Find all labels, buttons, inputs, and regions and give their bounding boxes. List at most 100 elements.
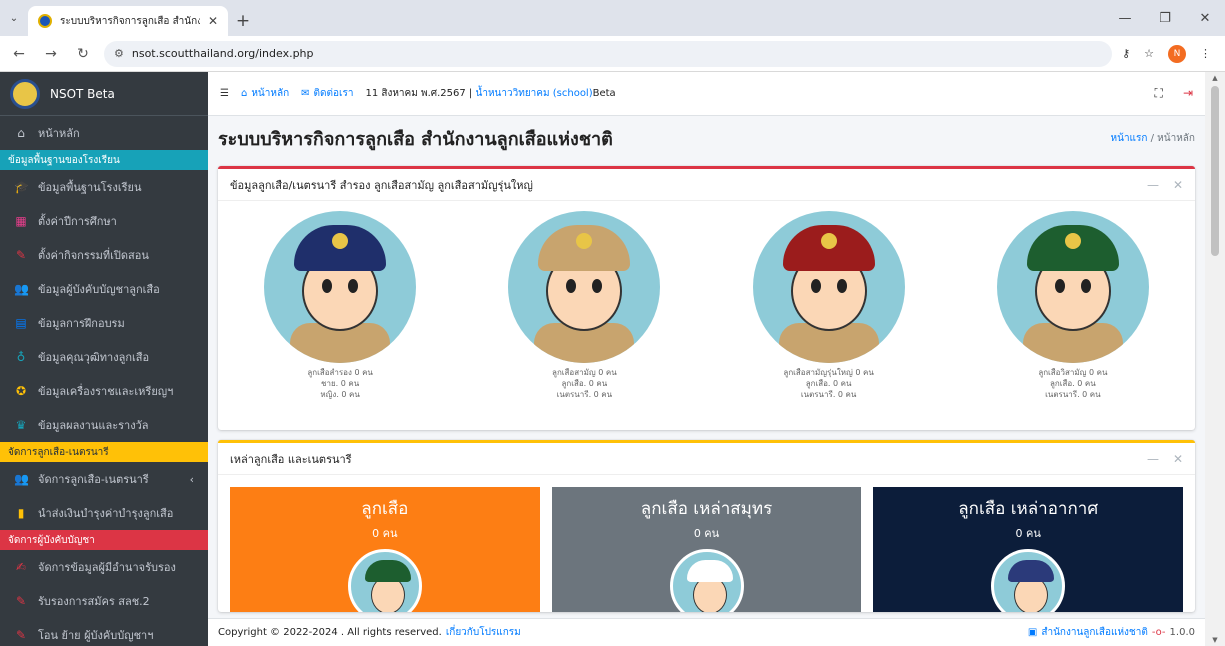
- org-link[interactable]: สำนักงานลูกเสือแห่งชาติ: [1041, 625, 1147, 640]
- sidebar-item[interactable]: 👥 ข้อมูลผู้บังคับบัญชาลูกเสือ: [0, 272, 208, 306]
- sidebar-item[interactable]: ✎ ตั้งค่ากิจกรรมที่เปิดสอน: [0, 238, 208, 272]
- sidebar-item-label: ข้อมูลพื้นฐานโรงเรียน: [38, 181, 142, 194]
- sidebar-item-home[interactable]: ⌂ หน้าหลัก: [0, 116, 208, 150]
- branch-title: ลูกเสือ: [361, 499, 409, 519]
- home-icon: ⌂: [17, 126, 25, 140]
- page-title: ระบบบริหารกิจการลูกเสือ สำนักงานลูกเสือแ…: [218, 128, 613, 150]
- restore-icon[interactable]: ❐: [1145, 0, 1185, 36]
- scout-stats-card: ข้อมูลลูกเสือ/เนตรนารี สำรอง ลูกเสือสามั…: [218, 166, 1195, 430]
- sidebar-item[interactable]: ✪ ข้อมูลเครื่องราชและเหรียญฯ: [0, 374, 208, 408]
- reload-icon[interactable]: ↻: [72, 43, 94, 65]
- users-icon: 👥: [14, 472, 29, 486]
- scout-count-line1: ลูกเสือสามัญ 0 คน: [552, 368, 617, 377]
- scroll-down-icon[interactable]: ▼: [1205, 636, 1225, 644]
- scroll-thumb[interactable]: [1211, 86, 1219, 256]
- forward-icon[interactable]: →: [40, 43, 62, 65]
- branch-avatar: [991, 549, 1066, 612]
- url-input[interactable]: ⚙ nsot.scoutthailand.org/index.php: [104, 40, 1113, 67]
- scout-count-line3: เนตรนารี. 0 คน: [800, 390, 857, 399]
- page-scrollbar[interactable]: ▲ ▼: [1205, 72, 1225, 646]
- sidebar-item[interactable]: ♛ ข้อมูลผลงานและรางวัล: [0, 408, 208, 442]
- scout-count-line3: หญิง. 0 คน: [320, 390, 360, 399]
- sidebar-item-label: ข้อมูลเครื่องราชและเหรียญฯ: [38, 385, 174, 398]
- org-id-icon: ▣: [1027, 627, 1038, 638]
- branch-tile[interactable]: ลูกเสือ เหล่าอากาศ 0 คน: [873, 487, 1184, 612]
- site-settings-icon[interactable]: ⚙: [114, 47, 124, 60]
- new-tab-button[interactable]: +: [228, 6, 258, 36]
- sidebar-item-label: ข้อมูลการฝึกอบรม: [38, 317, 125, 330]
- sidebar-item[interactable]: 👥 จัดการลูกเสือ-เนตรนารี ‹: [0, 462, 208, 496]
- bookmark-star-icon[interactable]: ☆: [1144, 47, 1154, 60]
- beta-label: Beta: [592, 88, 616, 99]
- sidebar-header-scouts: จัดการลูกเสือ-เนตรนารี: [0, 442, 208, 462]
- menu-kebab-icon[interactable]: ⋮: [1200, 47, 1211, 60]
- profile-avatar[interactable]: N: [1168, 44, 1186, 63]
- card-header: เหล่าลูกเสือ และเนตรนารี — ✕: [218, 443, 1195, 475]
- close-window-icon[interactable]: ✕: [1185, 0, 1225, 36]
- content-header: ระบบบริหารกิจการลูกเสือ สำนักงานลูกเสือแ…: [208, 116, 1205, 160]
- url-text: nsot.scoutthailand.org/index.php: [131, 47, 314, 60]
- scout-type-panel: ลูกเสือสามัญ 0 คน ลูกเสือ. 0 คน เนตรนารี. …: [484, 211, 684, 400]
- sidebar-item[interactable]: ✍ จัดการข้อมูลผู้มีอำนาจรับรอง: [0, 550, 208, 584]
- branch-avatar: [347, 549, 422, 612]
- collapse-icon[interactable]: —: [1147, 452, 1159, 466]
- scroll-up-icon[interactable]: ▲: [1205, 74, 1225, 82]
- scout-count-line2: ลูกเสือ. 0 คน: [805, 379, 852, 388]
- sidebar-item[interactable]: ♁ ข้อมูลคุณวุฒิทางลูกเสือ: [0, 340, 208, 374]
- address-bar: ← → ↻ ⚙ nsot.scoutthailand.org/index.php…: [0, 36, 1225, 72]
- scout-count-line2: ลูกเสือ. 0 คน: [561, 379, 608, 388]
- scout-count-line1: ลูกเสือวิสามัญ 0 คน: [1038, 368, 1108, 377]
- brand-link[interactable]: NSOT Beta: [0, 72, 208, 116]
- tab-search-icon[interactable]: ⌄: [0, 0, 28, 36]
- copyright-text: Copyright © 2022-2024 . All rights reser…: [218, 627, 442, 638]
- card-title: ข้อมูลลูกเสือ/เนตรนารี สำรอง ลูกเสือสามั…: [230, 178, 533, 192]
- scout-count-line2: ลูกเสือ. 0 คน: [1050, 379, 1096, 388]
- branch-tile[interactable]: ลูกเสือ เหล่าสมุทร 0 คน: [551, 487, 862, 612]
- sidebar-item-label: หน้าหลัก: [38, 127, 80, 140]
- password-key-icon[interactable]: ⚷: [1122, 47, 1130, 60]
- breadcrumb-current: หน้าหลัก: [1157, 132, 1195, 144]
- back-icon[interactable]: ←: [8, 43, 30, 65]
- sidebar-item[interactable]: ✎ โอน ย้าย ผู้บังคับบัญชาฯ: [0, 618, 208, 646]
- calendar-icon: ▦: [15, 214, 27, 228]
- nav-contact-link[interactable]: ✉ ติดต่อเรา: [301, 86, 353, 101]
- breadcrumb: หน้าแรก / หน้าหลัก: [1111, 131, 1195, 146]
- top-navbar: ☰ ⌂ หน้าหลัก ✉ ติดต่อเรา 11 สิงหาคม พ.ศ.…: [208, 72, 1205, 116]
- branch-tile[interactable]: ลูกเสือ 0 คน: [230, 487, 540, 612]
- logout-icon[interactable]: ⇥: [1183, 86, 1193, 101]
- browser-tab[interactable]: ระบบบริหารกิจการลูกเสือ สำนักงานลู ✕: [28, 6, 228, 36]
- sidebar-header-commanders: จัดการผู้บังคับบัญชา: [0, 530, 208, 550]
- breadcrumb-home-link[interactable]: หน้าแรก: [1111, 133, 1148, 144]
- current-date: 11 สิงหาคม พ.ศ.2567 |: [365, 88, 473, 99]
- hamburger-menu-icon[interactable]: ☰: [220, 88, 229, 99]
- nav-home-label: หน้าหลัก: [251, 88, 290, 99]
- sidebar-item-label: จัดการลูกเสือ-เนตรนารี: [38, 473, 149, 486]
- award-icon: ✪: [15, 384, 27, 398]
- card-title: เหล่าลูกเสือ และเนตรนารี: [230, 452, 352, 466]
- sidebar-item-label: ตั้งค่าปีการศึกษา: [38, 215, 117, 228]
- collapse-icon[interactable]: —: [1147, 178, 1159, 192]
- minimize-icon[interactable]: —: [1105, 0, 1145, 36]
- sidebar-item[interactable]: ✎ รับรองการสมัคร สลช.2: [0, 584, 208, 618]
- trophy-icon: ♛: [15, 418, 27, 432]
- sidebar-item[interactable]: ▤ ข้อมูลการฝึกอบรม: [0, 306, 208, 340]
- window-controls: — ❐ ✕: [1105, 0, 1225, 36]
- sidebar-item-label: รับรองการสมัคร สลช.2: [38, 595, 150, 608]
- sidebar-item[interactable]: 🎓 ข้อมูลพื้นฐานโรงเรียน: [0, 170, 208, 204]
- school-link[interactable]: น้ำหนาววิทยาคม (school): [476, 88, 593, 99]
- chevron-left-icon[interactable]: ‹: [190, 473, 194, 486]
- remove-icon[interactable]: ✕: [1173, 178, 1183, 192]
- scout-count-line1: ลูกเสือสำรอง 0 คน: [307, 368, 373, 377]
- sidebar-item[interactable]: ▦ ตั้งค่าปีการศึกษา: [0, 204, 208, 238]
- scout-avatar: [752, 211, 905, 363]
- nav-home-link[interactable]: ⌂ หน้าหลัก: [241, 86, 289, 101]
- remove-icon[interactable]: ✕: [1173, 452, 1183, 466]
- about-link[interactable]: เกี่ยวกับโปรแกรม: [446, 625, 521, 640]
- fullscreen-icon[interactable]: ⛶: [1155, 86, 1163, 101]
- close-tab-icon[interactable]: ✕: [208, 14, 218, 28]
- git-commit-icon: -o-: [1151, 627, 1166, 638]
- branch-title: ลูกเสือ เหล่าสมุทร: [640, 499, 773, 519]
- branch-count: 0 คน: [693, 527, 720, 540]
- sidebar-item[interactable]: ▮ นำส่งเงินบำรุงค่าบำรุงลูกเสือ: [0, 496, 208, 530]
- sidebar-item-label: ตั้งค่ากิจกรรมที่เปิดสอน: [38, 249, 149, 262]
